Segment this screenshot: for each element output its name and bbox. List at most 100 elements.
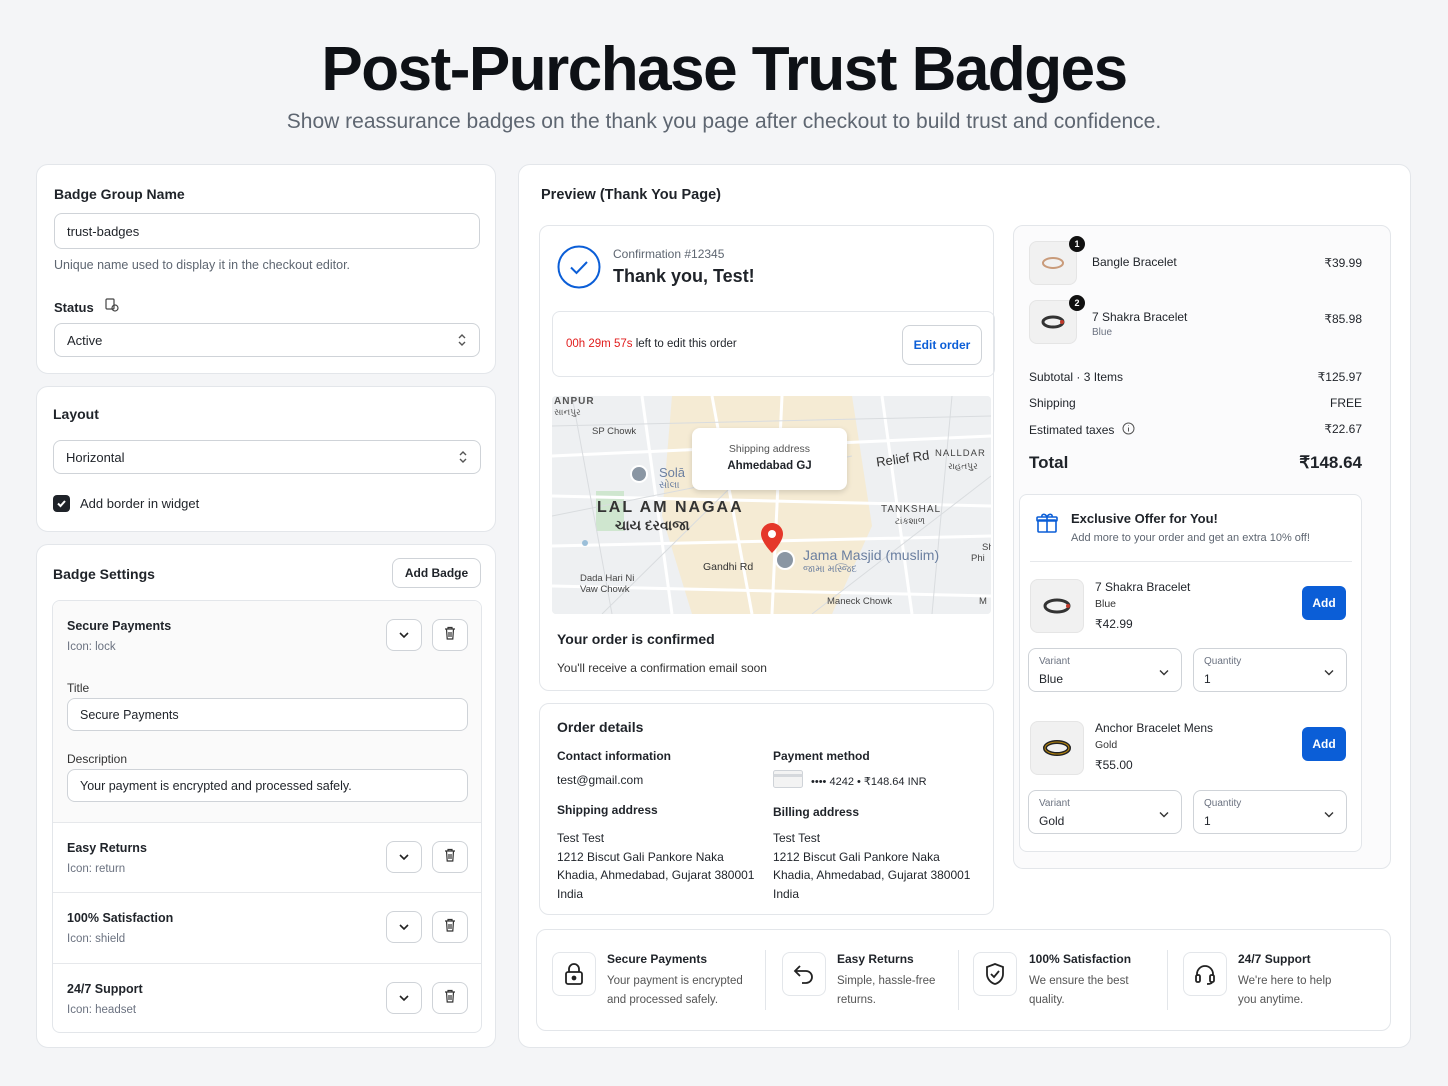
return-icon: [782, 952, 826, 996]
divider: [1030, 561, 1352, 562]
trust-badge-title: 24/7 Support: [1238, 952, 1311, 966]
gift-icon: [1035, 511, 1059, 540]
chevron-down-icon: [398, 848, 410, 866]
status-info-icon[interactable]: [104, 297, 120, 318]
edit-order-button[interactable]: Edit order: [902, 325, 982, 365]
taxes-value: ₹22.67: [1324, 422, 1362, 436]
delete-button[interactable]: [432, 982, 468, 1014]
title-label: Title: [67, 681, 90, 695]
map-label: Jama Masjid (muslim): [803, 547, 940, 563]
status-label: Status: [54, 300, 94, 315]
lock-icon: [552, 952, 596, 996]
variant-select[interactable]: Variant Blue: [1028, 648, 1182, 692]
badge-title-input[interactable]: Secure Payments: [67, 698, 468, 731]
layout-select[interactable]: Horizontal: [53, 440, 481, 474]
select-updown-icon: [457, 333, 467, 348]
contact-value: test@gmail.com: [557, 773, 644, 787]
chevron-down-icon: [398, 918, 410, 936]
badge-item-support: 24/7 Support Icon: headset: [53, 963, 481, 1032]
item-price: ₹85.98: [1324, 312, 1362, 326]
badge-icon-label: Icon: headset: [67, 1004, 137, 1016]
delete-button[interactable]: [432, 911, 468, 943]
shipping-address-label: Shipping address: [557, 803, 658, 817]
layout-card: Layout Horizontal Add border in widget: [36, 386, 496, 532]
item-price: ₹39.99: [1324, 256, 1362, 270]
quantity-select[interactable]: Quantity 1: [1193, 790, 1347, 834]
expand-button[interactable]: [386, 841, 422, 873]
description-label: Description: [67, 752, 128, 766]
trust-badge-title: Easy Returns: [837, 952, 914, 966]
badge-list: Secure Payments Icon: lock Title Secure …: [52, 600, 482, 1033]
offer-product-name: Anchor Bracelet Mens: [1095, 721, 1214, 735]
badge-name: 24/7 Support: [67, 982, 143, 996]
select-updown-icon: [458, 450, 468, 465]
map-label: Gandhi Rd: [703, 561, 754, 573]
add-offer-button[interactable]: Add: [1302, 727, 1346, 761]
trash-icon: [444, 626, 456, 645]
delete-button[interactable]: [432, 619, 468, 651]
badge-name: 100% Satisfaction: [67, 911, 174, 925]
quantity-badge: 2: [1069, 295, 1085, 311]
map-label: SP Chowk: [592, 426, 637, 437]
credit-card-icon: [773, 770, 803, 793]
contact-label: Contact information: [557, 749, 671, 763]
offer-product-variant: Gold: [1095, 739, 1118, 751]
order-confirmed-subtitle: You'll receive a confirmation email soon: [557, 661, 767, 675]
expand-button[interactable]: [386, 911, 422, 943]
variant-select[interactable]: Variant Gold: [1028, 790, 1182, 834]
badge-icon-label: Icon: return: [67, 863, 126, 875]
map-label: સોલા: [659, 480, 680, 491]
border-checkbox[interactable]: [53, 495, 70, 512]
shipping-label: Shipping: [1029, 396, 1076, 410]
offer-product-price: ₹55.00: [1095, 758, 1133, 772]
map-label: Phi: [971, 553, 985, 564]
thank-you-title: Thank you, Test!: [613, 266, 755, 286]
chevron-down-icon: [1159, 663, 1169, 681]
offer-product-variant: Blue: [1095, 598, 1117, 610]
page-subtitle: Show reassurance badges on the thank you…: [286, 110, 1162, 133]
map-label: રાહતપુર: [948, 461, 978, 471]
order-confirmed-title: Your order is confirmed: [557, 631, 715, 647]
headset-icon: [1183, 952, 1227, 996]
divider: [765, 950, 766, 1010]
item-variant: Blue: [1092, 327, 1113, 338]
page-title: Post-Purchase Trust Badges: [321, 35, 1128, 104]
badge-name: Easy Returns: [67, 841, 147, 855]
preview-card: Preview (Thank You Page) Confirmation #1…: [518, 164, 1411, 1048]
trash-icon: [444, 848, 456, 867]
trust-badge-desc: Your payment is encrypted and processed s…: [607, 975, 743, 1006]
info-icon[interactable]: [1122, 422, 1135, 438]
status-select[interactable]: Active: [54, 323, 480, 357]
add-badge-button[interactable]: Add Badge: [392, 558, 481, 588]
shipping-map[interactable]: ANPUR સાનપુર SP Chowk Solā સોલા LAL AM N…: [552, 396, 991, 614]
map-tooltip: Shipping address Ahmedabad GJ: [692, 428, 847, 490]
collapse-button[interactable]: [386, 619, 422, 651]
expand-button[interactable]: [386, 982, 422, 1014]
add-offer-button[interactable]: Add: [1302, 586, 1346, 620]
trust-badge-desc: We're here to help you anytime.: [1238, 975, 1332, 1006]
subtotal-label: Subtotal · 3 Items: [1029, 370, 1124, 384]
item-name: 7 Shakra Bracelet: [1092, 310, 1188, 324]
total-value: ₹148.64: [1299, 453, 1362, 472]
map-label: M: [979, 596, 987, 607]
edit-timer: 00h 29m 57s: [566, 338, 633, 350]
billing-address-label: Billing address: [773, 805, 860, 819]
item-name: Bangle Bracelet: [1092, 255, 1177, 269]
quantity-badge: 1: [1069, 236, 1085, 252]
product-thumbnail: [1030, 579, 1084, 633]
badge-group-card: Badge Group Name trust-badges Unique nam…: [36, 164, 496, 374]
group-name-label: Badge Group Name: [54, 186, 185, 202]
group-name-input[interactable]: trust-badges: [54, 213, 480, 249]
badge-description-input[interactable]: Your payment is encrypted and processed …: [67, 769, 468, 802]
map-pin-icon: [761, 523, 783, 558]
quantity-select[interactable]: Quantity 1: [1193, 648, 1347, 692]
delete-button[interactable]: [432, 841, 468, 873]
map-label: ચાય દરવાજા: [615, 517, 690, 533]
trust-badge-title: Secure Payments: [607, 952, 708, 966]
chevron-down-icon: [1159, 805, 1169, 823]
chevron-down-icon: [398, 626, 410, 644]
product-thumbnail: [1030, 721, 1084, 775]
offer-title: Exclusive Offer for You!: [1071, 511, 1218, 526]
map-label: LAL AM NAGAA: [597, 499, 744, 516]
map-label: સાનપુર: [554, 407, 581, 417]
